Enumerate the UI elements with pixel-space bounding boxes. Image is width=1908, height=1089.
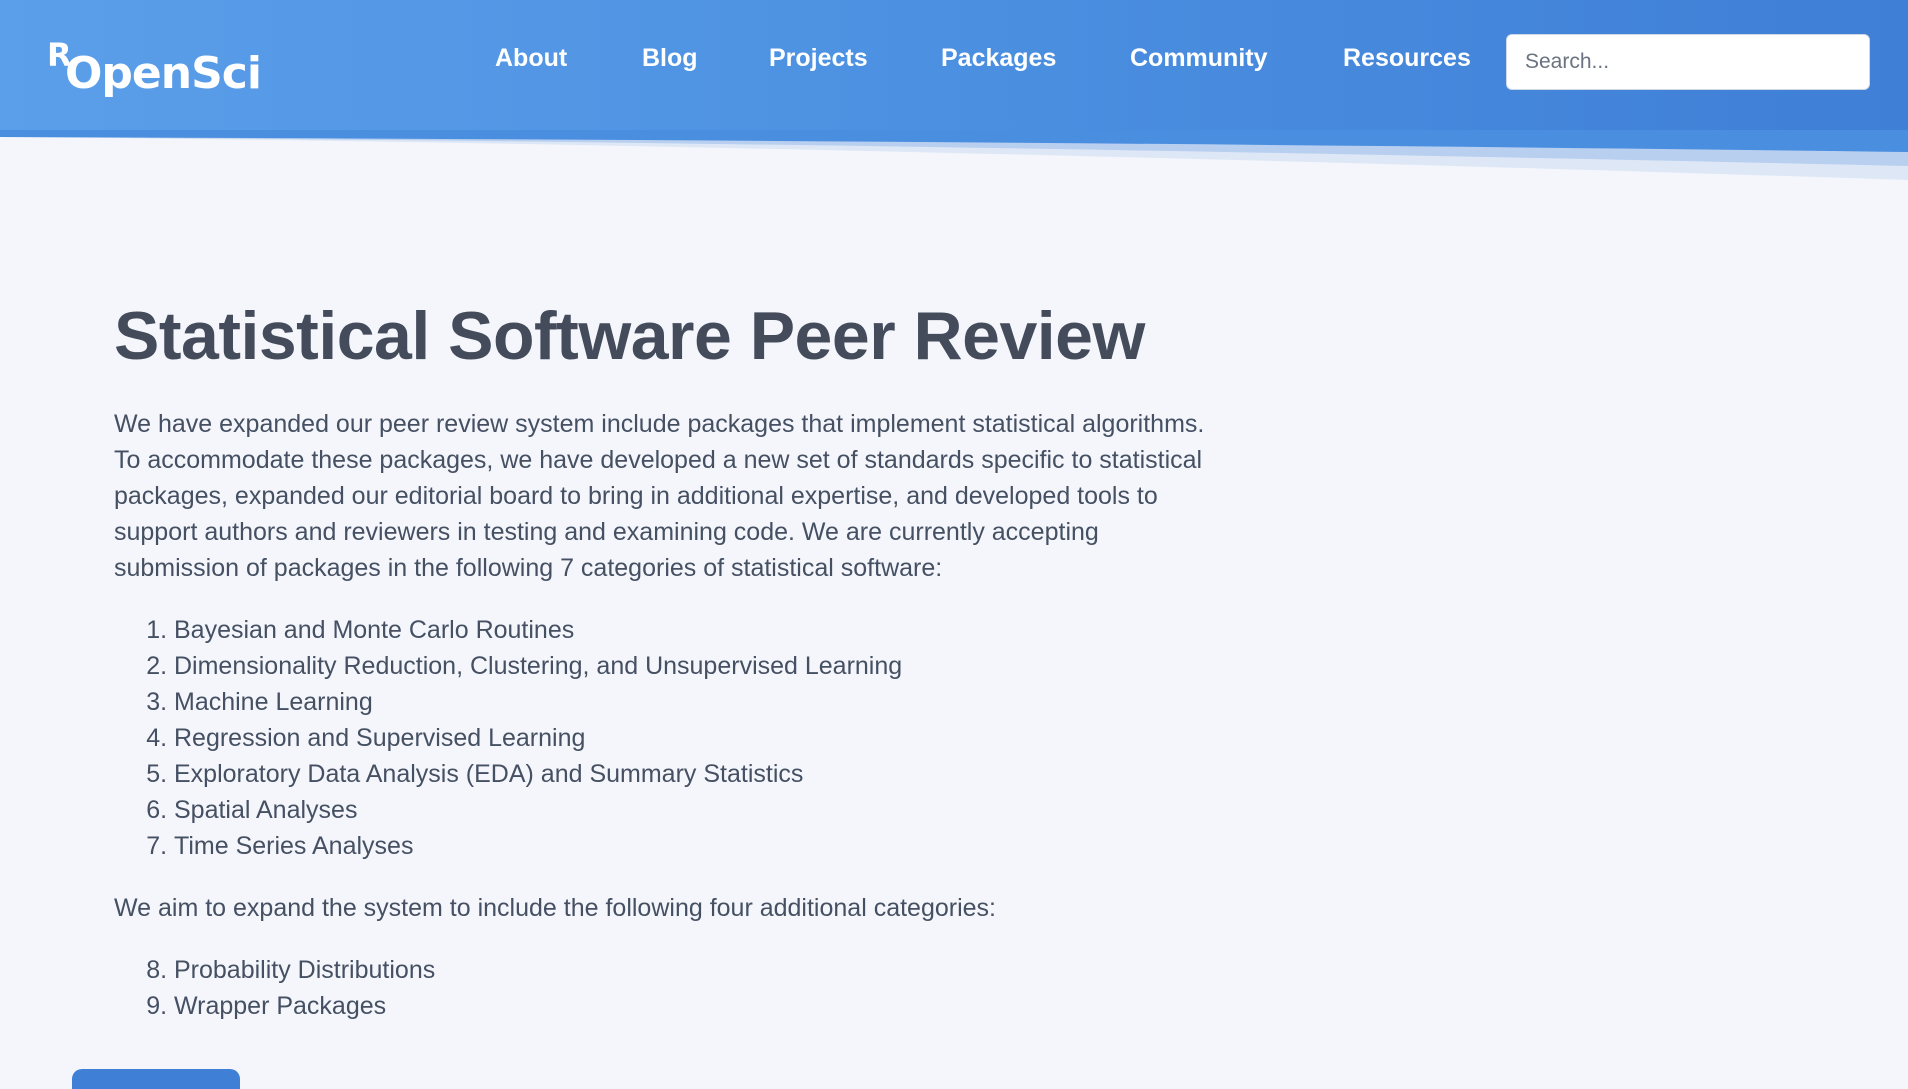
logo-wordmark: OpenSci [65,48,262,99]
ropensci-logo[interactable]: R OpenSci [47,36,262,100]
aim-paragraph: We aim to expand the system to include t… [114,894,996,922]
additional-categories-list: Probability Distributions Wrapper Packag… [114,952,1224,1024]
list-item: Bayesian and Monte Carlo Routines [174,612,1224,648]
intro-paragraph: We have expanded our peer review system … [114,410,1205,582]
list-item: Regression and Supervised Learning [174,720,1224,756]
list-item: Machine Learning [174,684,1224,720]
nav-projects[interactable]: Projects [769,44,868,73]
list-item: Probability Distributions [174,952,1224,988]
page-title: Statistical Software Peer Review [114,298,1145,374]
site-header: R OpenSci About Blog Projects Packages C… [0,0,1908,137]
list-item: Wrapper Packages [174,988,1224,1024]
nav-resources[interactable]: Resources [1343,44,1471,73]
list-item: Dimensionality Reduction, Clustering, an… [174,648,1224,684]
floating-action-button[interactable] [72,1069,240,1089]
header-wave-divider [0,130,1908,180]
list-item: Time Series Analyses [174,828,1224,864]
categories-list: Bayesian and Monte Carlo Routines Dimens… [114,612,1224,864]
list-item: Exploratory Data Analysis (EDA) and Summ… [174,756,1224,792]
search-input[interactable] [1506,34,1870,90]
nav-blog[interactable]: Blog [642,44,698,73]
main-content: Statistical Software Peer Review We have… [114,288,1224,1024]
nav-about[interactable]: About [495,44,567,73]
nav-packages[interactable]: Packages [941,44,1056,73]
list-item: Spatial Analyses [174,792,1224,828]
nav-community[interactable]: Community [1130,44,1268,73]
